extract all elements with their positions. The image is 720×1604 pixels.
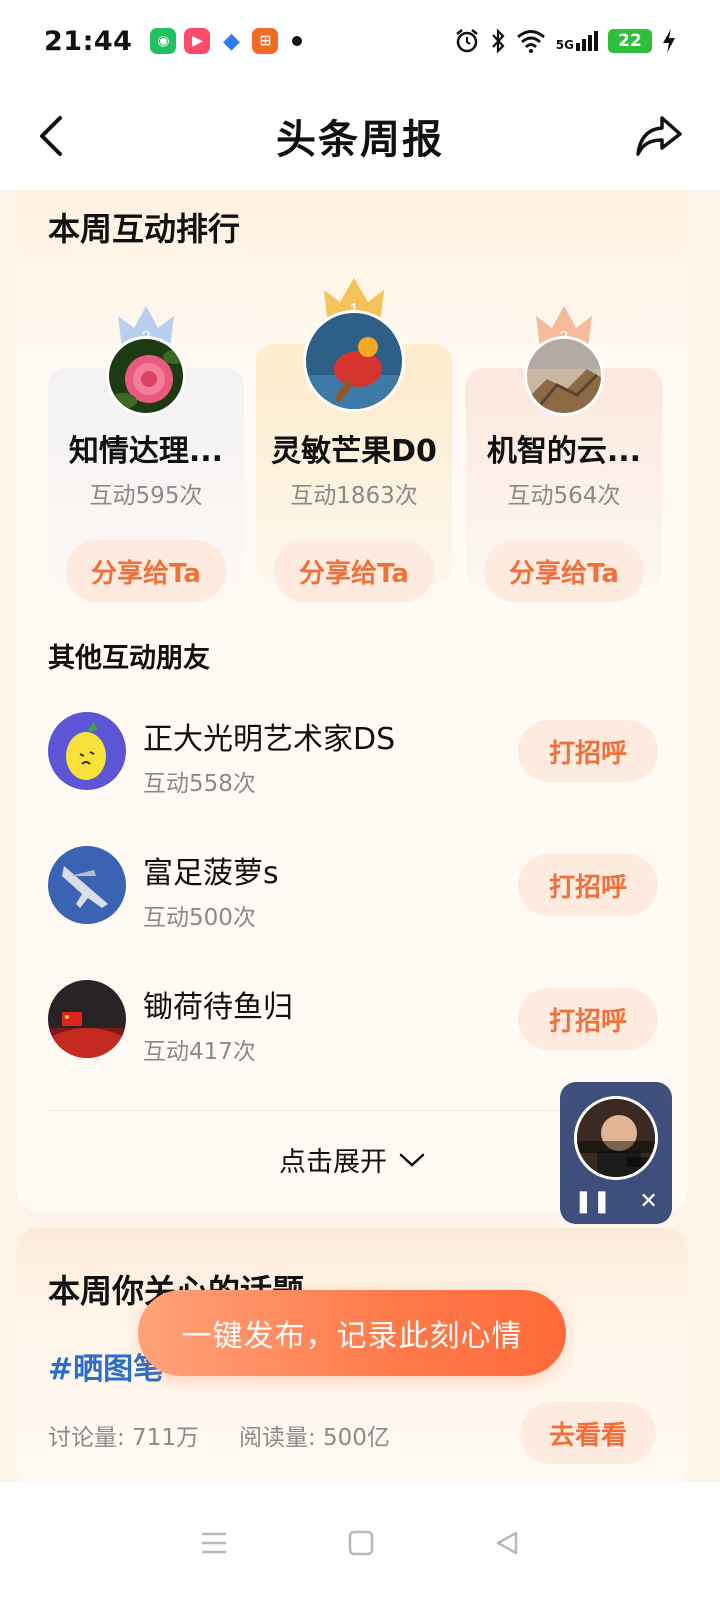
friend-name[interactable]: 正大光明艺术家DS	[143, 714, 395, 758]
notification-dot-icon	[292, 36, 303, 46]
nav-header: 头条周报	[0, 82, 720, 190]
friend-name[interactable]: 富足菠萝s	[143, 848, 279, 892]
floating-video-player[interactable]: ❚❚ ✕	[560, 1082, 672, 1224]
friend-count: 互动500次	[143, 905, 256, 931]
rank-count: 互动1863次	[290, 483, 418, 509]
ranking-title: 本周互动排行	[48, 210, 241, 248]
publish-button[interactable]: 一键发布，记录此刻心情	[138, 1290, 566, 1376]
say-hello-button[interactable]: 打招呼	[518, 854, 658, 916]
avatar[interactable]	[524, 336, 604, 416]
read-count: 阅读量: 500亿	[238, 1425, 390, 1451]
go-see-button[interactable]: 去看看	[520, 1402, 656, 1464]
signal-icon: 5G	[556, 31, 598, 51]
avatar[interactable]	[48, 980, 126, 1058]
rank-name[interactable]: 知情达理...	[48, 426, 244, 470]
app-icon: ⊞	[252, 28, 279, 54]
podium-rank-1: 1 灵敏芒果D0 互动1863次 分享给Ta	[256, 276, 452, 606]
ranking-card: 本周互动排行 2 知情达理... 互动595次 分享给Ta 1 灵敏芒果D0 互…	[16, 190, 688, 1212]
bluetooth-icon	[491, 28, 505, 54]
home-icon[interactable]	[348, 1530, 374, 1556]
podium-rank-2: 2 知情达理... 互动595次 分享给Ta	[48, 276, 244, 606]
status-bar: 21:44 ◉ ▶ ◆ ⊞ 5G 22	[0, 0, 720, 82]
share-to-friend-button[interactable]: 分享给Ta	[274, 540, 434, 602]
rank-count: 互动564次	[507, 483, 621, 509]
avatar[interactable]	[303, 310, 405, 412]
friend-row[interactable]: 富足菠萝s 互动500次 打招呼	[48, 846, 658, 946]
menu-icon[interactable]	[200, 1530, 228, 1556]
friend-row[interactable]: 锄荷待鱼归 互动417次 打招呼	[48, 980, 658, 1080]
video-icon: ▶	[184, 28, 211, 54]
other-friends-title: 其他互动朋友	[48, 643, 210, 674]
avatar[interactable]	[106, 336, 186, 416]
friend-row[interactable]: 正大光明艺术家DS 互动558次 打招呼	[48, 712, 658, 812]
share-to-friend-button[interactable]: 分享给Ta	[66, 540, 226, 602]
share-icon[interactable]	[634, 110, 684, 160]
back-icon[interactable]	[30, 112, 78, 160]
avatar[interactable]	[48, 712, 126, 790]
rank-count: 互动595次	[89, 483, 203, 509]
battery-icon: 22	[608, 29, 652, 53]
status-time: 21:44	[44, 25, 133, 57]
player-controls: ❚❚ ✕	[560, 1189, 672, 1214]
pause-icon[interactable]: ❚❚	[574, 1189, 611, 1214]
video-thumbnail[interactable]	[574, 1096, 658, 1180]
topic-stats: 讨论量: 711万 阅读量: 500亿	[48, 1418, 390, 1452]
network-type: 5G	[555, 38, 574, 52]
close-icon[interactable]: ✕	[639, 1189, 657, 1214]
wifi-icon	[516, 30, 545, 53]
say-hello-button[interactable]: 打招呼	[518, 720, 658, 782]
discussion-count: 讨论量: 711万	[48, 1425, 199, 1451]
chevron-down-icon	[399, 1153, 425, 1167]
status-indicators: 5G 22	[454, 28, 676, 54]
say-hello-button[interactable]: 打招呼	[518, 988, 658, 1050]
page-title: 头条周报	[276, 117, 444, 163]
rank-name[interactable]: 机智的云...	[466, 426, 662, 470]
system-nav-bar	[0, 1482, 720, 1604]
browser-icon: ◆	[222, 28, 240, 54]
friend-count: 互动417次	[143, 1039, 256, 1065]
podium-rank-3: 3 机智的云... 互动564次 分享给Ta	[466, 276, 662, 606]
expand-label: 点击展开	[279, 1147, 387, 1178]
back-nav-icon[interactable]	[494, 1530, 520, 1556]
charging-icon	[663, 29, 675, 53]
friend-name[interactable]: 锄荷待鱼归	[143, 982, 293, 1026]
status-app-icons: ◉ ▶ ◆ ⊞	[150, 28, 303, 54]
alarm-icon	[456, 29, 478, 53]
rank-name[interactable]: 灵敏芒果D0	[256, 426, 452, 470]
friend-count: 互动558次	[143, 771, 256, 797]
wechat-icon: ◉	[150, 28, 177, 54]
share-to-friend-button[interactable]: 分享给Ta	[484, 540, 644, 602]
avatar[interactable]	[48, 846, 126, 924]
